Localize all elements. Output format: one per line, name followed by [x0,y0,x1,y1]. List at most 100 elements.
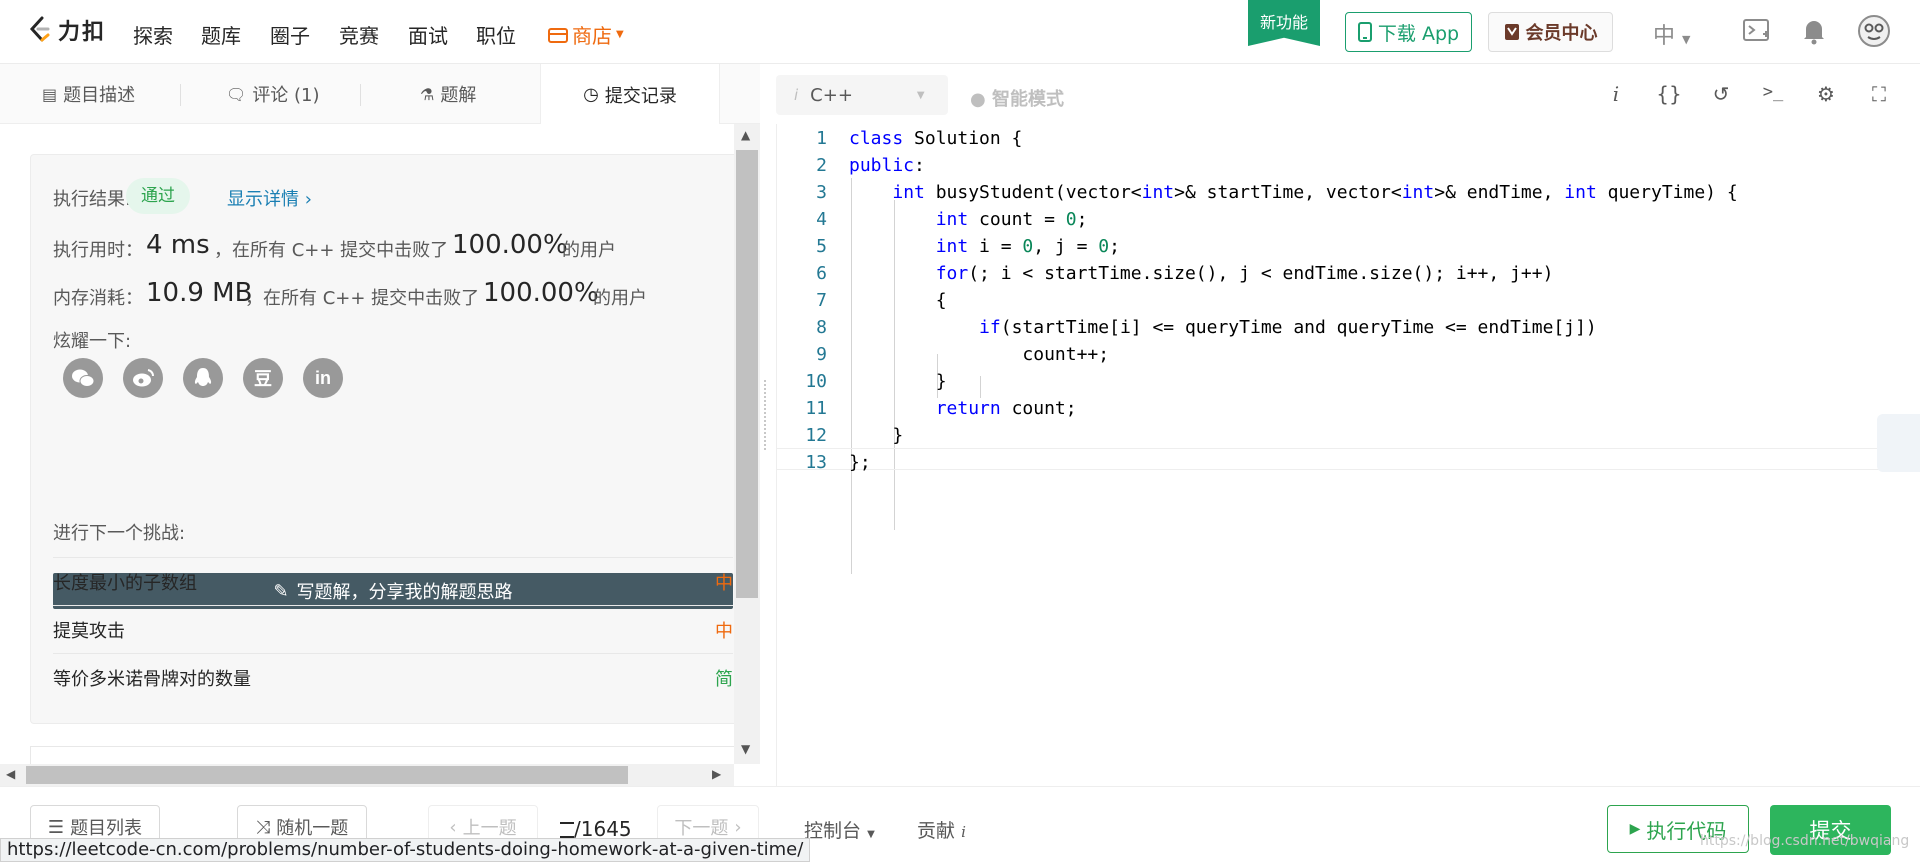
qq-icon[interactable] [183,358,223,398]
code-line: if(startTime[i] <= queryTime and queryTi… [979,317,1597,338]
submission-result-panel: 执行结果: 通过 显示详情 › 执行用时： 4 ms ，在所有 C++ 提交中击… [0,124,760,786]
braces-icon[interactable]: {} [1656,82,1682,106]
clock-icon: ◷ [583,84,599,105]
console-toggle[interactable]: 控制台 ▼ [804,816,875,843]
scroll-down-icon[interactable]: ▼ [741,742,750,756]
info-icon: i [961,823,966,841]
memory-label: 内存消耗： [53,288,143,309]
play-icon: ▶ [1629,821,1641,837]
line-number: 11 [805,398,827,419]
runtime-value: 4 ms [146,230,210,260]
nav-interview[interactable]: 面试 [408,20,448,49]
tab-solutions[interactable]: ⚗ 题解 [420,64,476,124]
page-glyph-partial [560,822,574,838]
challenge-title: 提莫攻击 [53,620,125,642]
scroll-up-icon[interactable]: ▲ [741,128,750,142]
info-icon: i [794,86,799,104]
weibo-icon[interactable] [123,358,163,398]
download-app-label: 下载 App [1377,22,1460,45]
challenge-item[interactable]: 长度最小的子数组 中 [53,557,733,605]
line-number: 10 [805,371,827,392]
challenge-title: 长度最小的子数组 [53,572,197,594]
chevron-down-icon: ▼ [1682,33,1691,46]
terminal-icon[interactable]: >_ [1760,82,1786,102]
result-label: 执行结果: [53,189,132,210]
nav-circle[interactable]: 圈子 [270,20,310,49]
nav-explore[interactable]: 探索 [133,20,173,49]
code-line: { [849,290,947,311]
comment-icon: 🗨 [226,84,247,104]
code-line: }; [849,452,871,473]
problem-tabs: ▤ 题目描述 🗨 评论 (1) ⚗ 题解 ◷ 提交记录 [0,64,760,125]
challenge-title: 等价多米诺骨牌对的数量 [53,668,251,690]
vip-center-button[interactable]: 会员中心 [1488,12,1613,52]
runtime-users: 的用户 [562,240,616,261]
code-line: for(; i < startTime.size(), j < endTime.… [935,263,1554,284]
tab-description[interactable]: ▤ 题目描述 [42,64,135,124]
problem-list-label: 题目列表 [70,818,143,839]
scroll-left-icon[interactable]: ◀ [6,767,15,781]
console-label: 控制台 [804,820,862,842]
bell-icon[interactable] [1802,17,1826,45]
linkedin-icon[interactable]: in [303,358,343,398]
memory-value: 10.9 MB [146,278,253,308]
smart-mode-toggle[interactable]: ● 智能模式 [970,85,1064,111]
tab-comments[interactable]: 🗨 评论 (1) [226,64,320,124]
playground-icon[interactable] [1742,17,1772,45]
chevron-right-icon: › [734,816,742,838]
scroll-right-icon[interactable]: ▶ [712,767,721,781]
code-line: public: [849,155,925,176]
store-icon [548,27,568,43]
line-number: 6 [816,263,827,284]
code-line: count++; [849,344,1110,365]
tab-submissions[interactable]: ◷ 提交记录 [540,64,720,125]
line-number: 8 [816,317,827,338]
runtime-label: 执行用时： [53,240,143,261]
settings-icon[interactable]: ⚙ [1813,82,1839,106]
top-navbar: 力扣 探索 题库 圈子 竞赛 面试 职位 商店 ▼ 新功能 下载 App 会员中… [0,0,1920,64]
line-number: 1 [816,128,827,149]
douban-icon[interactable]: 豆 [243,358,283,398]
reset-icon[interactable]: ↺ [1708,82,1734,106]
next-problem-label: 下一题 [674,818,729,839]
avatar[interactable] [1857,14,1891,48]
line-number: 3 [816,182,827,203]
language-switch[interactable]: 中 ▼ [1653,18,1690,50]
scrollbar-thumb[interactable] [26,766,628,784]
line-number: 12 [805,425,827,446]
code-line: return count; [935,398,1077,419]
line-number: 5 [816,236,827,257]
wechat-icon[interactable] [63,358,103,398]
code-editor[interactable]: 1 2 3 4 5 6 7 8 9 10 11 12 13 class Solution { publi… [776,124,1920,786]
status-badge: 通过 [126,178,190,214]
line-number: 2 [816,155,827,176]
list-icon: ☰ [47,816,65,838]
horizontal-scrollbar[interactable]: ◀ ▶ [0,764,734,786]
info-icon[interactable]: i [1603,82,1629,106]
contribute-link[interactable]: 贡献 i [917,816,966,843]
new-feature-ribbon[interactable]: 新功能 [1248,0,1320,46]
scrollbar-thumb[interactable] [736,150,758,598]
tab-comments-label: 评论 (1) [252,85,320,106]
fullscreen-icon[interactable]: ⛶ [1866,82,1892,106]
show-details-link[interactable]: 显示详情 › [227,185,312,211]
share-label: 炫耀一下: [53,331,132,352]
nav-jobs[interactable]: 职位 [476,20,516,49]
download-app-button[interactable]: 下载 App [1345,12,1472,52]
vertical-scrollbar[interactable]: ▲ ▼ [734,124,760,764]
smart-mode-label: 智能模式 [991,89,1064,110]
nav-store[interactable]: 商店 ▼ [548,20,624,49]
panel-splitter[interactable] [764,380,768,450]
logo[interactable]: 力扣 [28,14,106,46]
challenge-item[interactable]: 等价多米诺骨牌对的数量 简 [53,653,733,701]
nav-problems[interactable]: 题库 [201,20,241,49]
code-line: } [849,371,947,392]
chevron-down-icon: ▼ [916,89,925,101]
side-feedback-tab[interactable] [1877,414,1920,472]
nav-contest[interactable]: 竞赛 [339,20,379,49]
logo-text: 力扣 [58,20,107,45]
challenge-item[interactable]: 提莫攻击 中 [53,605,733,653]
difficulty-badge: 中 [715,572,733,594]
language-label: 中 [1653,24,1676,49]
language-select[interactable]: i C++ ▼ [776,75,948,115]
